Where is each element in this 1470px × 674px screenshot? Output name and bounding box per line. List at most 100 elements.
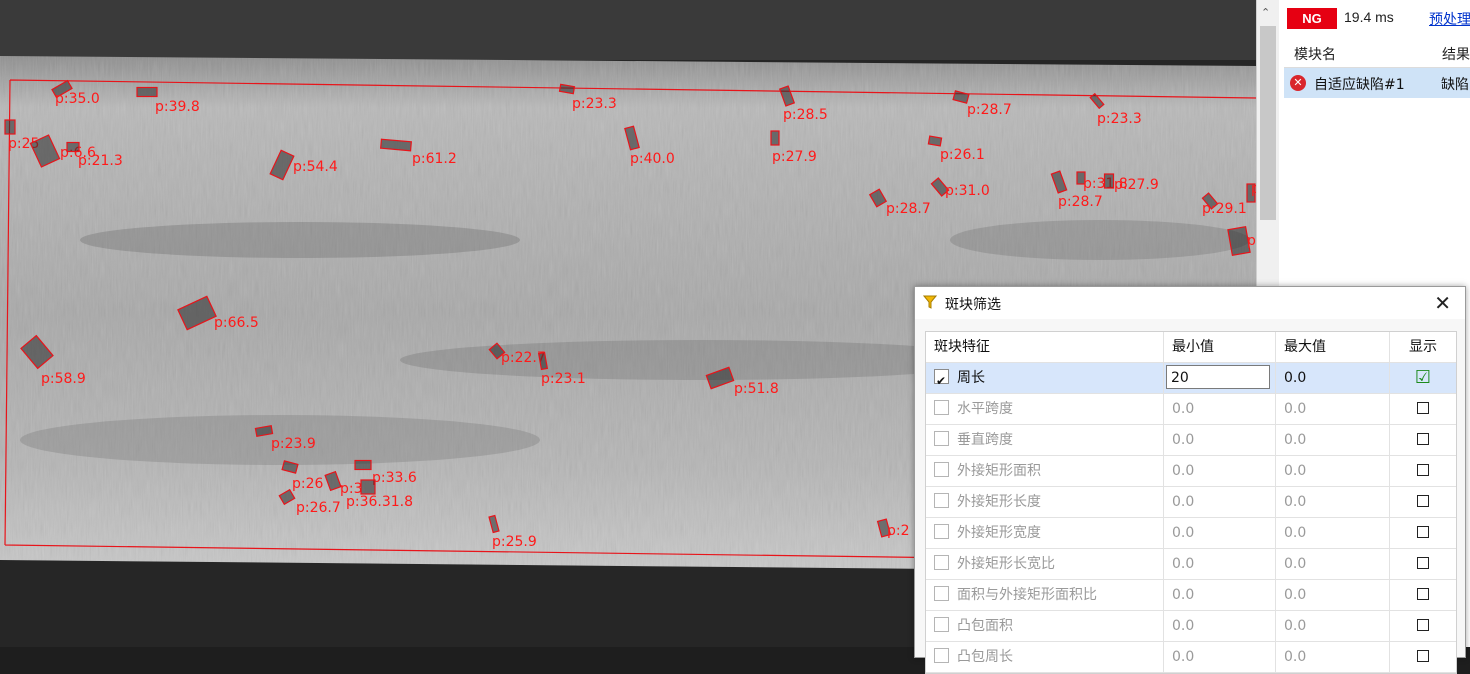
defect-box bbox=[927, 135, 943, 147]
feature-row[interactable]: 外接矩形长度 0.0 0.0 bbox=[926, 487, 1456, 518]
show-checkbox-icon[interactable] bbox=[1417, 650, 1429, 662]
min-input[interactable]: 20 bbox=[1166, 365, 1270, 389]
feature-cell[interactable]: 垂直跨度 bbox=[926, 425, 1164, 455]
show-cell[interactable] bbox=[1390, 456, 1456, 486]
show-cell[interactable] bbox=[1390, 518, 1456, 548]
feature-checkbox[interactable] bbox=[934, 586, 949, 601]
max-cell[interactable]: 0.0 bbox=[1276, 456, 1390, 486]
min-cell[interactable]: 0.0 bbox=[1164, 580, 1276, 610]
feature-row[interactable]: 外接矩形宽度 0.0 0.0 bbox=[926, 518, 1456, 549]
max-cell[interactable]: 0.0 bbox=[1276, 611, 1390, 641]
feature-checkbox[interactable] bbox=[934, 431, 949, 446]
header-show[interactable]: 显示 bbox=[1390, 332, 1456, 362]
show-cell[interactable]: ☑ bbox=[1390, 363, 1456, 393]
defect-label: p:31.0 bbox=[945, 183, 990, 199]
max-cell[interactable]: 0.0 bbox=[1276, 425, 1390, 455]
defect-label: p:28.5 bbox=[783, 107, 828, 123]
feature-label: 凸包面积 bbox=[957, 618, 1013, 634]
defect-box bbox=[360, 479, 376, 495]
show-checkbox-icon[interactable] bbox=[1417, 588, 1429, 600]
min-cell[interactable]: 0.0 bbox=[1164, 425, 1276, 455]
header-max[interactable]: 最大值 bbox=[1276, 332, 1390, 362]
defect-label: p:51.8 bbox=[734, 381, 779, 397]
close-icon[interactable]: ✕ bbox=[1434, 291, 1451, 315]
max-cell[interactable]: 0.0 bbox=[1276, 580, 1390, 610]
feature-checkbox[interactable] bbox=[934, 400, 949, 415]
feature-row[interactable]: 凸包面积 0.0 0.0 bbox=[926, 611, 1456, 642]
min-cell[interactable]: 0.0 bbox=[1164, 549, 1276, 579]
show-checkbox-icon[interactable] bbox=[1417, 619, 1429, 631]
show-cell[interactable] bbox=[1390, 425, 1456, 455]
elapsed-time: 19.4 ms bbox=[1344, 9, 1394, 25]
show-checkbox-icon[interactable] bbox=[1417, 464, 1429, 476]
feature-cell[interactable]: 外接矩形长度 bbox=[926, 487, 1164, 517]
min-cell[interactable]: 0.0 bbox=[1164, 394, 1276, 424]
grid-header: 斑块特征 最小值 最大值 显示 bbox=[926, 332, 1456, 363]
feature-label: 水平跨度 bbox=[957, 401, 1013, 417]
status-badge: NG bbox=[1287, 8, 1337, 29]
max-cell[interactable]: 0.0 bbox=[1276, 363, 1390, 393]
show-checkbox-icon[interactable] bbox=[1417, 402, 1429, 414]
defect-label: p:36.31.8 bbox=[346, 494, 413, 510]
feature-cell[interactable]: 水平跨度 bbox=[926, 394, 1164, 424]
feature-cell[interactable]: 外接矩形长宽比 bbox=[926, 549, 1164, 579]
show-cell[interactable] bbox=[1390, 487, 1456, 517]
header-min[interactable]: 最小值 bbox=[1164, 332, 1276, 362]
scroll-thumb[interactable] bbox=[1260, 26, 1276, 220]
feature-checkbox[interactable] bbox=[934, 648, 949, 663]
feature-checkbox[interactable] bbox=[934, 617, 949, 632]
max-cell[interactable]: 0.0 bbox=[1276, 394, 1390, 424]
feature-cell[interactable]: 外接矩形宽度 bbox=[926, 518, 1164, 548]
feature-row[interactable]: 水平跨度 0.0 0.0 bbox=[926, 394, 1456, 425]
defect-box bbox=[66, 141, 80, 153]
feature-checkbox[interactable] bbox=[934, 366, 949, 396]
show-cell[interactable] bbox=[1390, 611, 1456, 641]
show-checked-icon[interactable]: ☑ bbox=[1415, 367, 1431, 388]
feature-checkbox[interactable] bbox=[934, 462, 949, 477]
results-header: 模块名 结果 bbox=[1284, 37, 1470, 68]
min-cell[interactable]: 0.0 bbox=[1164, 487, 1276, 517]
show-cell[interactable] bbox=[1390, 394, 1456, 424]
defect-box bbox=[770, 130, 780, 146]
defect-label: p:28.7 bbox=[1058, 194, 1103, 210]
show-cell[interactable] bbox=[1390, 549, 1456, 579]
show-checkbox-icon[interactable] bbox=[1417, 557, 1429, 569]
feature-row[interactable]: 外接矩形长宽比 0.0 0.0 bbox=[926, 549, 1456, 580]
feature-label: 外接矩形长度 bbox=[957, 494, 1041, 510]
module-result: 缺陷 bbox=[1441, 77, 1469, 93]
min-cell[interactable]: 0.0 bbox=[1164, 456, 1276, 486]
show-checkbox-icon[interactable] bbox=[1417, 495, 1429, 507]
min-cell[interactable]: 20 bbox=[1164, 363, 1276, 393]
feature-row[interactable]: 周长 200.0 ☑ bbox=[926, 363, 1456, 396]
column-result[interactable]: 结果 bbox=[1442, 44, 1470, 64]
dialog-title-bar[interactable]: 斑块筛选 ✕ bbox=[915, 287, 1465, 319]
results-row[interactable]: ✕ 自适应缺陷#1 缺陷 bbox=[1284, 68, 1470, 98]
feature-checkbox[interactable] bbox=[934, 555, 949, 570]
feature-cell[interactable]: 外接矩形面积 bbox=[926, 456, 1164, 486]
column-module[interactable]: 模块名 bbox=[1294, 44, 1336, 64]
defect-box bbox=[136, 86, 158, 98]
feature-row[interactable]: 外接矩形面积 0.0 0.0 bbox=[926, 456, 1456, 487]
feature-checkbox[interactable] bbox=[934, 524, 949, 539]
feature-label: 周长 bbox=[957, 370, 985, 386]
max-cell[interactable]: 0.0 bbox=[1276, 518, 1390, 548]
show-cell[interactable] bbox=[1390, 580, 1456, 610]
show-checkbox-icon[interactable] bbox=[1417, 433, 1429, 445]
defect-label: p:54.4 bbox=[293, 159, 338, 175]
min-cell[interactable]: 0.0 bbox=[1164, 611, 1276, 641]
max-cell[interactable]: 0.0 bbox=[1276, 549, 1390, 579]
feature-row[interactable]: 垂直跨度 0.0 0.0 bbox=[926, 425, 1456, 456]
defect-label: p:23.3 bbox=[572, 96, 617, 112]
feature-cell[interactable]: 凸包面积 bbox=[926, 611, 1164, 641]
min-cell[interactable]: 0.0 bbox=[1164, 518, 1276, 548]
feature-checkbox[interactable] bbox=[934, 493, 949, 508]
show-checkbox-icon[interactable] bbox=[1417, 526, 1429, 538]
feature-row[interactable]: 面积与外接矩形面积比 0.0 0.0 bbox=[926, 580, 1456, 611]
scroll-up-icon[interactable]: ⌃ bbox=[1261, 6, 1270, 19]
feature-cell[interactable]: 周长 bbox=[926, 363, 1164, 396]
preprocess-link[interactable]: 预处理 bbox=[1429, 9, 1470, 29]
feature-cell[interactable]: 面积与外接矩形面积比 bbox=[926, 580, 1164, 610]
max-cell[interactable]: 0.0 bbox=[1276, 487, 1390, 517]
defect-label: p:29.1 bbox=[1202, 201, 1247, 217]
header-feature[interactable]: 斑块特征 bbox=[926, 332, 1164, 362]
